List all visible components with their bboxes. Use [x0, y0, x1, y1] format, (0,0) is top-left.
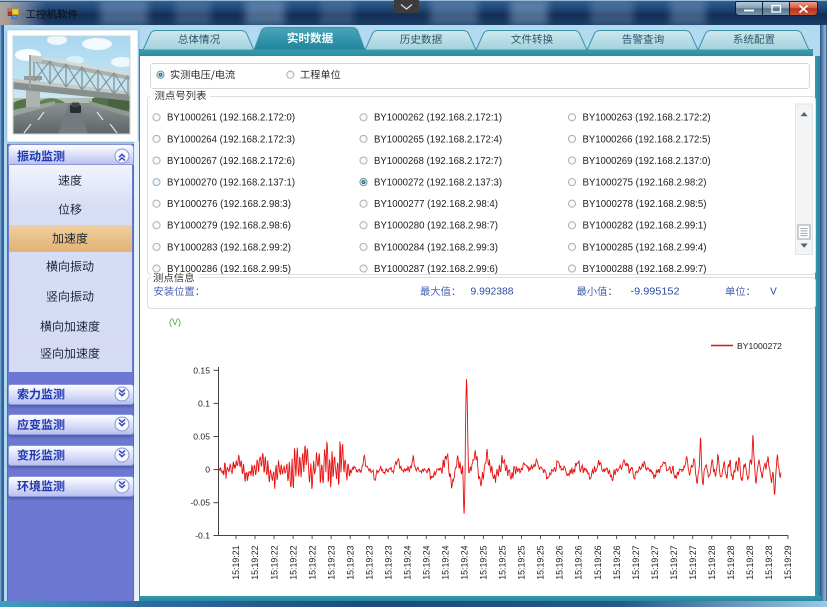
svg-text:15:19:27: 15:19:27: [688, 545, 698, 579]
svg-text:BY1000272 (192.168.2.137:3): BY1000272 (192.168.2.137:3): [374, 178, 502, 189]
svg-text:-0.05: -0.05: [190, 498, 210, 508]
svg-text:15:19:22: 15:19:22: [269, 545, 279, 579]
svg-text:BY1000262 (192.168.2.172:1): BY1000262 (192.168.2.172:1): [374, 113, 502, 124]
svg-text:BY1000269 (192.168.2.137:0): BY1000269 (192.168.2.137:0): [583, 156, 711, 167]
svg-text:15:19:26: 15:19:26: [574, 545, 584, 579]
svg-text:BY1000264 (192.168.2.172:3): BY1000264 (192.168.2.172:3): [167, 134, 295, 145]
svg-text:15:19:27: 15:19:27: [650, 545, 660, 579]
svg-text:15:19:25: 15:19:25: [536, 545, 546, 579]
svg-text:15:19:24: 15:19:24: [441, 545, 451, 579]
svg-text:15:19:22: 15:19:22: [250, 545, 260, 579]
svg-text:15:19:22: 15:19:22: [288, 545, 298, 579]
svg-text:15:19:23: 15:19:23: [345, 545, 355, 579]
svg-text:15:19:28: 15:19:28: [726, 545, 736, 579]
svg-text:15:19:29: 15:19:29: [783, 545, 793, 579]
svg-text:15:19:28: 15:19:28: [745, 545, 755, 579]
svg-text:15:19:24: 15:19:24: [403, 545, 413, 579]
svg-text:15:19:28: 15:19:28: [707, 545, 717, 579]
svg-text:15:19:25: 15:19:25: [479, 545, 489, 579]
svg-text:BY1000265 (192.168.2.172:4): BY1000265 (192.168.2.172:4): [374, 134, 502, 145]
svg-text:BY1000263 (192.168.2.172:2): BY1000263 (192.168.2.172:2): [583, 113, 711, 124]
svg-text:BY1000261 (192.168.2.172:0): BY1000261 (192.168.2.172:0): [167, 113, 295, 124]
svg-text:BY1000267 (192.168.2.172:6): BY1000267 (192.168.2.172:6): [167, 156, 295, 167]
svg-text:BY1000280 (192.168.2.98:7): BY1000280 (192.168.2.98:7): [374, 221, 498, 232]
svg-text:BY1000283 (192.168.2.99:2): BY1000283 (192.168.2.99:2): [167, 242, 291, 253]
svg-text:15:19:23: 15:19:23: [326, 545, 336, 579]
svg-text:15:19:25: 15:19:25: [498, 545, 508, 579]
svg-text:BY1000286 (192.168.2.99:5): BY1000286 (192.168.2.99:5): [167, 264, 291, 275]
svg-text:BY1000268 (192.168.2.172:7): BY1000268 (192.168.2.172:7): [374, 156, 502, 167]
svg-text:15:19:24: 15:19:24: [460, 545, 470, 579]
svg-text:BY1000277 (192.168.2.98:4): BY1000277 (192.168.2.98:4): [374, 199, 498, 210]
svg-text:15:19:28: 15:19:28: [764, 545, 774, 579]
svg-text:-0.1: -0.1: [195, 531, 210, 541]
svg-text:V: V: [770, 287, 777, 298]
svg-text:BY1000270 (192.168.2.137:1): BY1000270 (192.168.2.137:1): [167, 178, 295, 189]
svg-text:15:19:26: 15:19:26: [612, 545, 622, 579]
svg-text:BY1000279 (192.168.2.98:6): BY1000279 (192.168.2.98:6): [167, 221, 291, 232]
svg-text:15:19:23: 15:19:23: [364, 545, 374, 579]
svg-text:15:19:24: 15:19:24: [422, 545, 432, 579]
svg-text:0.15: 0.15: [193, 365, 210, 375]
svg-text:(V): (V): [169, 317, 181, 327]
svg-text:0.05: 0.05: [193, 432, 210, 442]
svg-text:15:19:22: 15:19:22: [307, 545, 317, 579]
svg-text:15:19:23: 15:19:23: [383, 545, 393, 579]
svg-text:BY1000275 (192.168.2.98:2): BY1000275 (192.168.2.98:2): [583, 178, 707, 189]
svg-text:0.1: 0.1: [198, 398, 210, 408]
svg-text:15:19:27: 15:19:27: [669, 545, 679, 579]
svg-text:-9.995152: -9.995152: [631, 287, 680, 298]
svg-text:BY1000282 (192.168.2.99:1): BY1000282 (192.168.2.99:1): [583, 221, 707, 232]
svg-text:BY1000276 (192.168.2.98:3): BY1000276 (192.168.2.98:3): [167, 199, 291, 210]
svg-text:BY1000284 (192.168.2.99:3): BY1000284 (192.168.2.99:3): [374, 242, 498, 253]
svg-text:BY1000288 (192.168.2.99:7): BY1000288 (192.168.2.99:7): [583, 264, 707, 275]
svg-text:15:19:26: 15:19:26: [555, 545, 565, 579]
svg-text:15:19:25: 15:19:25: [517, 545, 527, 579]
svg-text:15:19:26: 15:19:26: [593, 545, 603, 579]
svg-text:BY1000266 (192.168.2.172:5): BY1000266 (192.168.2.172:5): [583, 134, 711, 145]
svg-text:BY1000278 (192.168.2.98:5): BY1000278 (192.168.2.98:5): [583, 199, 707, 210]
svg-text:BY1000272: BY1000272: [737, 341, 782, 351]
svg-text:15:19:21: 15:19:21: [231, 545, 241, 579]
svg-text:15:19:27: 15:19:27: [631, 545, 641, 579]
svg-text:BY1000285 (192.168.2.99:4): BY1000285 (192.168.2.99:4): [583, 242, 707, 253]
svg-text:0: 0: [205, 465, 210, 475]
svg-text:BY1000287 (192.168.2.99:6): BY1000287 (192.168.2.99:6): [374, 264, 498, 275]
svg-text:9.992388: 9.992388: [471, 287, 514, 298]
